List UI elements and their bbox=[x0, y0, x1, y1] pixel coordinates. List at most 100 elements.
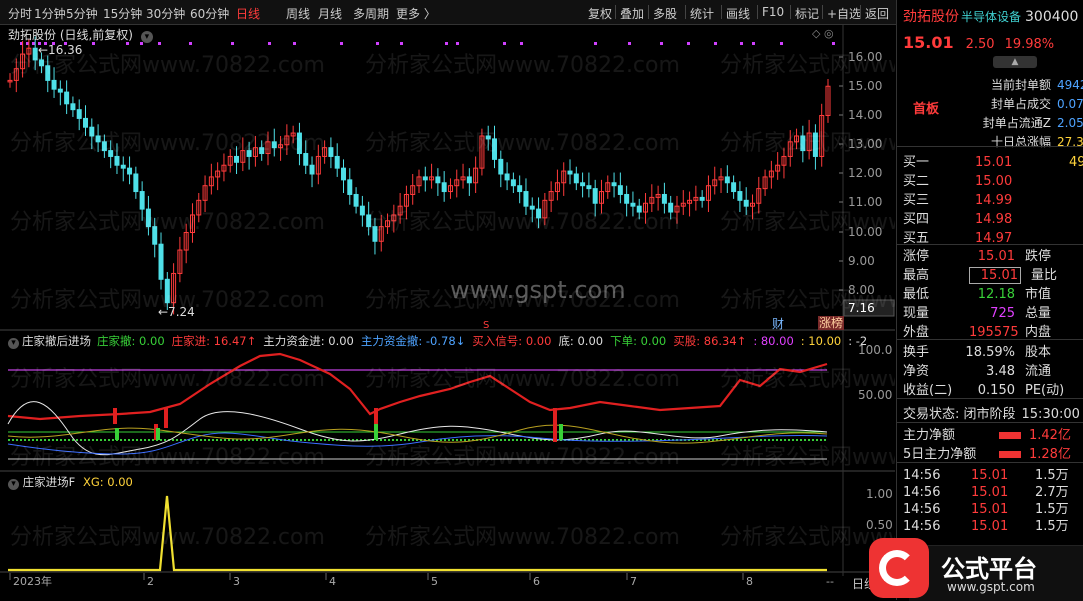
toolbar-period-9[interactable]: 多周期 bbox=[353, 5, 389, 22]
candle-body bbox=[139, 191, 145, 210]
expand-icon[interactable]: ▲ bbox=[993, 56, 1037, 68]
toolbar-action-7[interactable]: +自选 bbox=[827, 5, 861, 22]
candle-body bbox=[120, 164, 126, 169]
signal-dot bbox=[714, 42, 717, 45]
ind1-red-bar bbox=[113, 408, 117, 424]
candle-body bbox=[441, 182, 447, 193]
date-axis-label: 5 bbox=[431, 575, 438, 588]
signal-dot bbox=[456, 42, 459, 45]
candle-body bbox=[617, 185, 623, 195]
date-axis-label: 6 bbox=[533, 575, 540, 588]
indicator1-item: 买入信号: 0.00 bbox=[472, 334, 552, 348]
candle-body bbox=[234, 155, 240, 163]
candle-body bbox=[737, 191, 743, 201]
price-axis-label: 12.00 bbox=[848, 166, 882, 180]
chevron-down-icon[interactable]: ▾ bbox=[140, 31, 153, 43]
ind1-red-bar bbox=[553, 408, 557, 442]
tick-row: 14:56 15.01 1.5万 bbox=[903, 468, 1069, 483]
toolbar-action-3[interactable]: 统计 bbox=[690, 5, 714, 22]
date-axis-label: 7 bbox=[630, 575, 637, 588]
seal-row: 十日总涨幅27.37 bbox=[990, 135, 1083, 149]
candle-body bbox=[498, 158, 504, 175]
signal-dot bbox=[628, 42, 631, 45]
quote-panel: 劲拓股份 半导体设备 300400 15.01 2.50 19.98% ▲ 首板 当前封单额 49… bbox=[852, 0, 1083, 600]
toolbar-period-4[interactable]: 30分钟 bbox=[146, 5, 185, 22]
chart-corner-icons[interactable]: ◇ ◎ bbox=[812, 27, 834, 40]
date-axis-end: -- bbox=[826, 575, 834, 588]
indicator1-item: 买股: 86.34↑ bbox=[673, 334, 747, 348]
signal-dot bbox=[503, 42, 506, 45]
chevron-down-icon[interactable]: ▾ bbox=[8, 479, 19, 490]
toolbar-action-0[interactable]: 复权 bbox=[588, 5, 612, 22]
price-row: 15.01 2.50 19.98% bbox=[903, 33, 1055, 52]
flow-row: 5日主力净额 1.28亿 bbox=[903, 447, 1071, 462]
stat2-row: 净资 3.48 流通 bbox=[903, 364, 1052, 379]
main-chart[interactable]: 16.0015.0014.0013.0012.0011.0010.009.008… bbox=[0, 24, 895, 600]
toolbar-action-5[interactable]: F10 bbox=[762, 5, 784, 19]
candle-body bbox=[743, 199, 749, 207]
price-axis-label: 14.00 bbox=[848, 108, 882, 122]
candle-body bbox=[624, 193, 630, 204]
ind1-green-bar bbox=[156, 428, 160, 440]
watermark-text: 分析家公式网www.70822.com bbox=[10, 210, 325, 235]
watermark-text: 分析家公式网www.70822.com bbox=[720, 525, 895, 550]
candle-body bbox=[586, 185, 592, 190]
toolbar-period-8[interactable]: 月线 bbox=[318, 5, 342, 22]
indicator1-name: 庄家撤后进场 bbox=[22, 334, 91, 348]
watermark-text: 分析家公式网www.70822.com bbox=[365, 445, 680, 470]
watermark-text: 分析家公式网www.70822.com bbox=[365, 525, 680, 550]
toolbar-action-8[interactable]: 返回 bbox=[865, 5, 889, 22]
toolbar-period-7[interactable]: 周线 bbox=[286, 5, 310, 22]
watermark-text: 分析家公式网www.70822.com bbox=[720, 131, 895, 156]
toolbar-period-6[interactable]: 日线 bbox=[236, 5, 260, 22]
indicator1-item: : -2 bbox=[848, 334, 868, 348]
toolbar-period-10[interactable]: 更多 〉 bbox=[396, 5, 436, 22]
candle-body bbox=[529, 205, 535, 210]
chevron-down-icon[interactable]: ▾ bbox=[8, 338, 19, 349]
bid-row: 买五 14.97 bbox=[903, 231, 1013, 246]
candle-body bbox=[611, 182, 617, 187]
brand-g-icon bbox=[879, 550, 915, 586]
toolbar-period-5[interactable]: 60分钟 bbox=[190, 5, 229, 22]
candle-body bbox=[573, 173, 579, 184]
toolbar-period-1[interactable]: 1分钟 bbox=[34, 5, 66, 22]
candle-body bbox=[523, 191, 529, 207]
indicator1-item: : 80.00 bbox=[753, 334, 794, 348]
watermark-text: 分析家公式网www.70822.com bbox=[10, 445, 325, 470]
toolbar-action-4[interactable]: 画线 bbox=[726, 5, 750, 22]
tick-row: 14:56 15.01 1.5万 bbox=[903, 519, 1069, 534]
indicator1-item: 主力资金进: 0.00 bbox=[263, 334, 354, 348]
toolbar-period-2[interactable]: 5分钟 bbox=[66, 5, 98, 22]
indicator1-item: 庄家进: 16.47↑ bbox=[171, 334, 257, 348]
toolbar-period-0[interactable]: 分时 bbox=[8, 5, 32, 22]
candle-body bbox=[76, 109, 82, 119]
toolbar-period-3[interactable]: 15分钟 bbox=[103, 5, 142, 22]
candle-body bbox=[114, 155, 120, 166]
candle-body bbox=[340, 167, 346, 181]
candle-body bbox=[83, 117, 89, 128]
ind1-green-bar bbox=[115, 428, 119, 440]
watermark-text: 分析家公式网www.70822.com bbox=[365, 210, 680, 235]
toolbar-action-1[interactable]: 叠加 bbox=[620, 5, 644, 22]
candle-body bbox=[661, 193, 667, 204]
toolbar-action-6[interactable]: 标记 bbox=[795, 5, 819, 22]
toolbar-action-2[interactable]: 多股 bbox=[653, 5, 677, 22]
signal-dot bbox=[268, 42, 271, 45]
candle-body bbox=[127, 167, 133, 175]
price-axis-label: 11.00 bbox=[848, 195, 882, 209]
bid-row: 买三 14.99 bbox=[903, 193, 1013, 208]
signal-dot bbox=[293, 42, 296, 45]
indicator1-item: 庄家撤: 0.00 bbox=[97, 334, 165, 348]
brand-name: 公式平台 bbox=[941, 555, 1037, 583]
ind2-axis-label: 1.00 bbox=[866, 487, 893, 501]
signal-dot bbox=[780, 42, 783, 45]
candle-body bbox=[724, 176, 730, 184]
zhangbang-tag: 涨榜 bbox=[819, 315, 843, 330]
candle-body bbox=[517, 185, 523, 193]
signal-dot bbox=[752, 42, 755, 45]
bid-row: 买二 15.00 bbox=[903, 174, 1013, 189]
signal-dot bbox=[520, 42, 523, 45]
candle-body bbox=[64, 91, 70, 105]
trade-status: 交易状态: 闭市阶段 15:30:00 bbox=[903, 407, 1080, 422]
finance-tag: 财 bbox=[772, 317, 784, 331]
